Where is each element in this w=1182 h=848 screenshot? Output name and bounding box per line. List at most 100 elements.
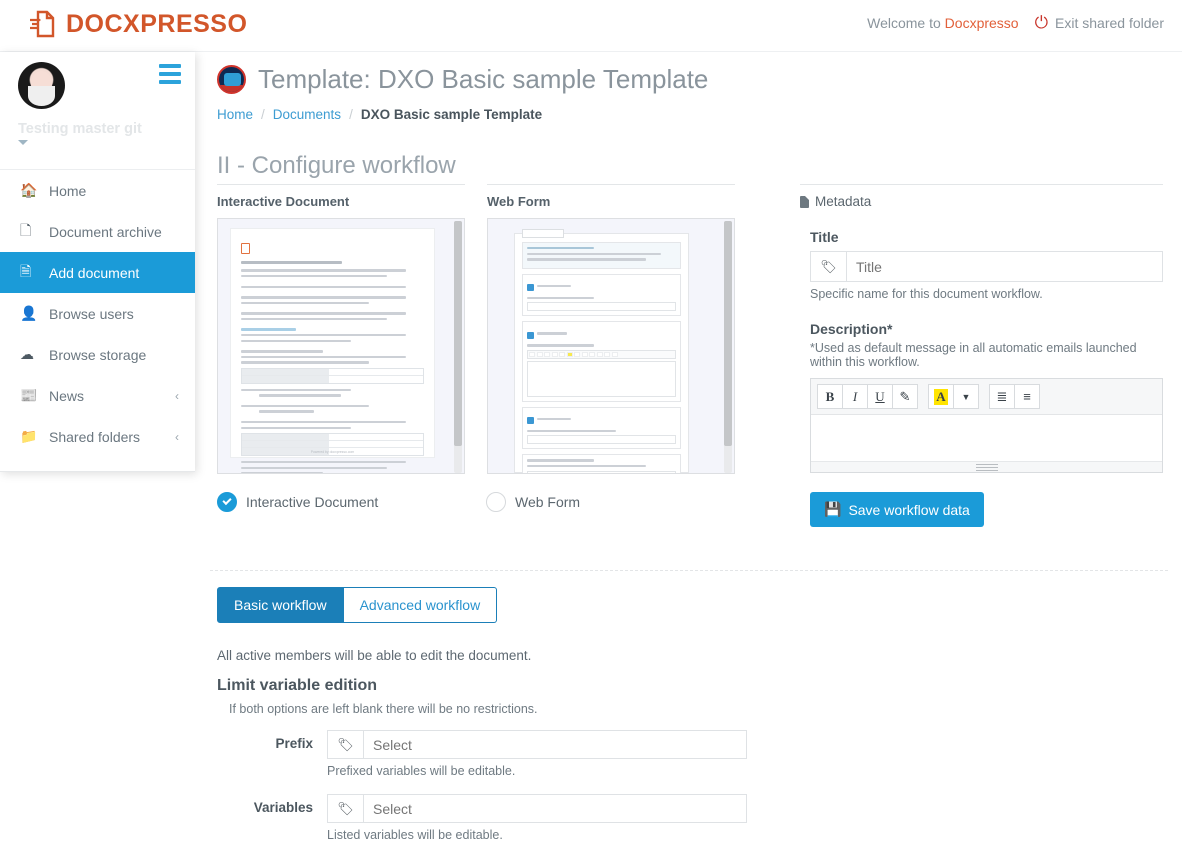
sidebar-item-label: Browse storage [49,346,147,363]
sidebar-item-shared-folders[interactable]: 📁 Shared folders ‹ [0,416,195,457]
unordered-list-button[interactable]: ≣ [989,384,1015,409]
page-title-text: Template: DXO Basic sample Template [258,64,709,94]
save-button-label: Save workflow data [848,501,970,518]
web-form-header: Web Form [487,184,735,209]
form-field-richtext [522,321,681,402]
sidebar: Testing master git 🏠 Home 🗋 Document arc… [0,52,195,472]
sidebar-item-browse-users[interactable]: 👤 Browse users [0,293,195,334]
radio-web-form[interactable]: Web Form [486,492,734,512]
page-title: Template: DXO Basic sample Template [217,64,1182,95]
preview-columns: Interactive Document Powered by docxpres… [195,184,1182,527]
variables-select-input[interactable] [364,795,746,822]
caret-down-icon[interactable] [18,140,28,145]
underline-button[interactable]: U [867,384,893,409]
document-arrow-icon [28,9,56,39]
top-bar: DOCXPRESSO Welcome to Docxpresso ⏻ Exit … [0,0,1182,52]
variables-input-group: 🏷 [327,794,747,823]
tag-icon: 🏷 [328,795,364,822]
prefix-select-input[interactable] [364,731,746,758]
preview-scrollbar[interactable] [724,221,732,473]
profile-name: Testing master git [18,121,142,137]
radio-interactive-document[interactable]: Interactive Document [217,492,465,512]
sidebar-item-home[interactable]: 🏠 Home [0,170,195,211]
remove-format-button[interactable]: ✎ [892,384,918,409]
radio-unchecked-icon [486,492,506,512]
sidebar-item-news[interactable]: 📰 News ‹ [0,375,195,416]
form-tab [522,229,564,238]
tab-advanced-workflow[interactable]: Advanced workflow [343,587,498,623]
folder-icon: 📁 [20,428,38,444]
breadcrumb-home[interactable]: Home [217,107,253,122]
description-label: Description* [810,321,893,337]
user-avatar[interactable] [18,62,65,109]
form-field-name [522,273,681,317]
floppy-disk-icon: 💾 [824,501,842,517]
preview-scrollbar[interactable] [454,221,462,473]
doc-footer-text: Powered by docxpresso.com [310,450,355,454]
welcome-user: Docxpresso [944,14,1019,31]
radio-label: Interactive Document [246,494,379,510]
text-color-dropdown-button[interactable]: ▼ [953,384,979,409]
italic-button[interactable]: I [842,384,868,409]
sidebar-item-label: Document archive [49,223,162,240]
news-icon: 📰 [20,387,38,403]
sidebar-item-label: Browse users [49,305,134,322]
prefix-label: Prefix [275,736,313,751]
workflow-config-section: Basic workflow Advanced workflow All act… [217,587,1177,842]
web-form-preview[interactable] [487,218,735,474]
form-repeat-block [522,454,681,473]
exit-shared-folder-link[interactable]: ⏻ Exit shared folder [1035,14,1164,31]
sidebar-item-label: Home [49,182,87,199]
breadcrumb: Home / Documents / DXO Basic sample Temp… [217,107,1182,122]
section-divider [210,570,1168,571]
tab-basic-workflow[interactable]: Basic workflow [217,587,344,623]
title-input[interactable] [847,252,1162,281]
section-title: II - Configure workflow [217,152,456,179]
template-badge-logo [217,65,246,94]
interactive-document-column: Interactive Document Powered by docxpres… [217,184,465,474]
metadata-panel: Metadata Title 🏷 Specific name for this … [800,184,1163,527]
brand-text: DOCXPRESSO [66,9,248,38]
power-icon: ⏻ [1034,13,1049,32]
tag-icon: 🏷 [811,252,847,281]
metadata-title: Metadata [815,194,872,209]
text-color-button[interactable]: A [928,384,954,409]
form-intro-box [522,242,681,269]
sidebar-item-document-archive[interactable]: 🗋 Document archive [0,211,195,252]
limit-variable-edition-hint: If both options are left blank there wil… [229,702,538,716]
document-thumbnail-page: Powered by docxpresso.com [230,228,435,473]
workflow-note: All active members will be able to edit … [217,648,532,663]
hamburger-icon[interactable] [159,64,181,88]
bold-button[interactable]: B [817,384,843,409]
breadcrumb-separator: / [349,107,353,122]
sidebar-item-label: Shared folders [49,428,141,445]
exit-shared-folder-label: Exit shared folder [1055,14,1164,31]
top-right-actions: Welcome to Docxpresso ⏻ Exit shared fold… [867,14,1164,31]
interactive-document-header: Interactive Document [217,184,465,209]
documents-icon: 🗋 [20,221,32,238]
prefix-input-group: 🏷 [327,730,747,759]
variables-field-row: Variables 🏷 Listed variables will be edi… [217,794,1177,842]
prefix-field-row: Prefix 🏷 Prefixed variables will be edit… [217,730,1177,778]
sidebar-item-browse-storage[interactable]: ☁ Browse storage [0,334,195,375]
file-icon: 🗎 [20,262,32,279]
chevron-left-icon: ‹ [175,429,179,444]
title-helper-text: Specific name for this document workflow… [810,287,1043,301]
save-workflow-data-button[interactable]: 💾 Save workflow data [810,492,984,527]
title-input-group: 🏷 [810,251,1163,282]
variables-helper-text: Listed variables will be editable. [327,828,503,842]
editor-toolbar: B I U ✎ A ▼ ≣ ≡ [811,379,1162,415]
user-icon: 👤 [20,305,38,321]
editor-resize-grip[interactable] [811,461,1162,472]
main-content: Template: DXO Basic sample Template Home… [195,52,1182,842]
interactive-document-preview[interactable]: Powered by docxpresso.com [217,218,465,474]
description-textarea[interactable] [811,415,1162,461]
breadcrumb-documents[interactable]: Documents [273,107,341,122]
brand-logo[interactable]: DOCXPRESSO [28,9,247,39]
chevron-left-icon: ‹ [175,388,179,403]
sidebar-item-label: Add document [49,264,140,281]
ordered-list-button[interactable]: ≡ [1014,384,1040,409]
page-header: Template: DXO Basic sample Template Home… [195,52,1182,122]
welcome-text: Welcome to Docxpresso [867,14,1019,31]
sidebar-item-add-document[interactable]: 🗎 Add document [0,252,195,293]
